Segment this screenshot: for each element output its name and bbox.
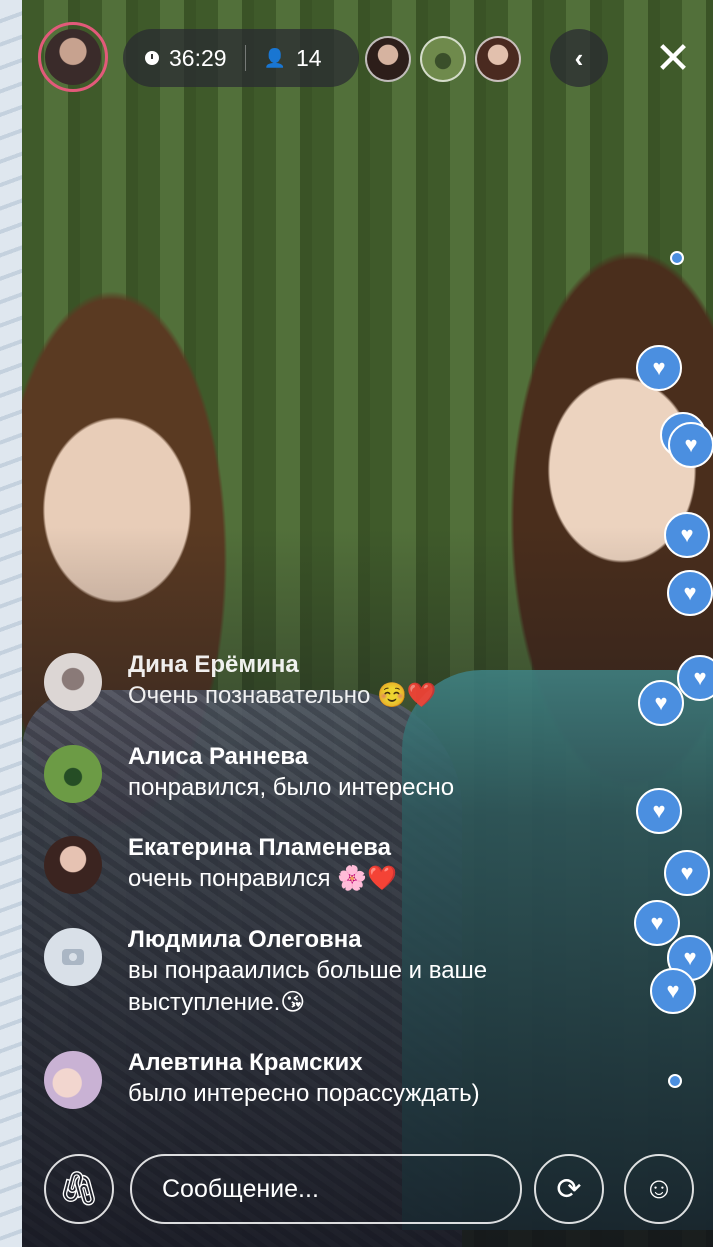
divider [244,45,246,71]
heart-icon: ♥ [664,512,710,558]
list-item: Алиса Раннева понравился, было интересно [44,742,454,804]
viewer-count: 14 [295,44,322,71]
heart-icon: ♥ [650,968,696,1014]
heart-icon: ♥ [667,570,713,616]
heart-icon: ♥ [664,850,710,896]
comment-author[interactable]: Дина Ерёмина [128,650,437,680]
comment-author[interactable]: Алиса Раннева [128,742,454,772]
viewer-avatar[interactable] [420,36,466,82]
stream-stats: 36:29 👤 14 [123,29,359,87]
message-input[interactable] [130,1154,522,1224]
comment-text: очень понравился 🌸❤️ [128,865,397,892]
comment-author[interactable]: Людмила Олеговна [128,925,608,955]
list-item: Алевтина Крамских было интересно порассу… [44,1048,480,1110]
host-avatar[interactable] [38,22,108,92]
heart-icon: ♥ [636,345,682,391]
camera-flip-button[interactable]: ⟳ [534,1154,604,1224]
heart-icon: ♥ [636,788,682,834]
camera-flip-icon: ⟳ [556,1172,582,1206]
comment-author[interactable]: Екатерина Пламенева [128,833,397,863]
heart-particle [668,1074,682,1088]
close-icon: ✕ [654,33,692,83]
heart-icon: ♥ [638,680,684,726]
viewer-avatar[interactable] [475,36,521,82]
camera-icon [62,949,84,965]
avatar[interactable] [44,928,102,986]
person-icon: 👤 [263,47,286,68]
list-item: Людмила Олеговна вы понрааились больше и… [44,925,608,1019]
stream-duration: 36:29 [169,44,227,71]
mask-button[interactable]: ☺ [624,1154,694,1224]
heart-icon: ♥ [668,422,713,468]
clock-icon [145,51,159,65]
comment-author[interactable]: Алевтина Крамских [128,1048,480,1078]
top-bar: 36:29 👤 14 ‹ ✕ [22,22,713,98]
avatar[interactable] [44,836,102,894]
chevron-left-icon: ‹ [574,42,584,73]
avatar[interactable] [44,653,102,711]
avatar[interactable] [44,1051,102,1109]
paperclip-icon: 🖇 [57,1170,101,1208]
bottom-bar: 🖇 ⟳ ☺ [22,1150,713,1230]
comment-text: понравился, было интересно [128,774,455,801]
close-button[interactable]: ✕ [644,29,702,87]
comment-text: Очень познавательно ☺️❤️ [128,682,437,709]
attach-button[interactable]: 🖇 [44,1154,114,1224]
comment-text: было интересно порассуждать) [128,1080,480,1107]
back-button[interactable]: ‹ [550,29,608,87]
list-item: Дина Ерёмина Очень познавательно ☺️❤️ [44,650,437,712]
heart-icon: ♥ [634,900,680,946]
avatar[interactable] [44,745,102,803]
list-item: Екатерина Пламенева очень понравился 🌸❤️ [44,833,397,895]
background-strip [0,0,22,1247]
mask-icon: ☺ [643,1172,675,1205]
heart-particle [670,251,684,265]
comment-text: вы понрааились больше и ваше выступление… [128,957,488,1016]
viewer-avatar[interactable] [365,36,411,82]
